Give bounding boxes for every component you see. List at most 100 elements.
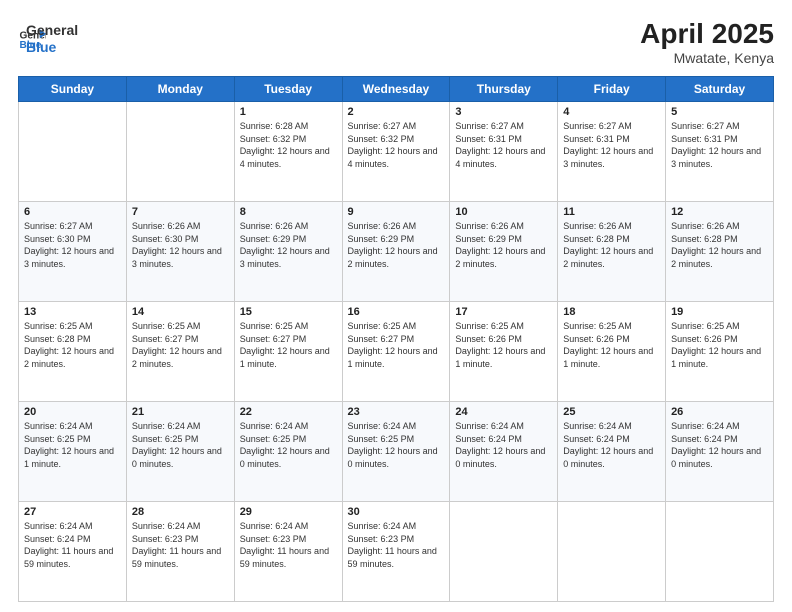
- calendar-cell: 15 Sunrise: 6:25 AMSunset: 6:27 PMDayligh…: [234, 302, 342, 402]
- day-info: Sunrise: 6:24 AMSunset: 6:24 PMDaylight:…: [24, 520, 121, 570]
- day-info: Sunrise: 6:27 AMSunset: 6:31 PMDaylight:…: [563, 120, 660, 170]
- calendar-cell: 30 Sunrise: 6:24 AMSunset: 6:23 PMDayligh…: [342, 502, 450, 602]
- calendar-cell: 12 Sunrise: 6:26 AMSunset: 6:28 PMDayligh…: [666, 202, 774, 302]
- week-row-3: 13 Sunrise: 6:25 AMSunset: 6:28 PMDayligh…: [19, 302, 774, 402]
- day-info: Sunrise: 6:25 AMSunset: 6:26 PMDaylight:…: [455, 320, 552, 370]
- day-number: 30: [348, 506, 445, 518]
- calendar-cell: 11Sunrise: 6:26 AMSunset: 6:28 PMDayligh…: [558, 202, 666, 302]
- day-number: 4: [563, 106, 660, 118]
- calendar-cell: 17 Sunrise: 6:25 AMSunset: 6:26 PMDayligh…: [450, 302, 558, 402]
- day-number: 8: [240, 206, 337, 218]
- day-info: Sunrise: 6:24 AMSunset: 6:24 PMDaylight:…: [671, 420, 768, 470]
- day-number: 25: [563, 406, 660, 418]
- col-header-wednesday: Wednesday: [342, 77, 450, 102]
- header: General Blue General Blue April 2025 Mwa…: [18, 18, 774, 66]
- col-header-monday: Monday: [126, 77, 234, 102]
- day-number: 17: [455, 306, 552, 318]
- calendar-cell: 1 Sunrise: 6:28 AMSunset: 6:32 PMDaylight…: [234, 102, 342, 202]
- day-number: 28: [132, 506, 229, 518]
- day-info: Sunrise: 6:28 AMSunset: 6:32 PMDaylight:…: [240, 120, 337, 170]
- day-number: 16: [348, 306, 445, 318]
- day-number: 15: [240, 306, 337, 318]
- logo: General Blue General Blue: [18, 18, 78, 56]
- day-number: 6: [24, 206, 121, 218]
- day-info: Sunrise: 6:24 AMSunset: 6:25 PMDaylight:…: [348, 420, 445, 470]
- day-info: Sunrise: 6:25 AMSunset: 6:27 PMDaylight:…: [240, 320, 337, 370]
- day-info: Sunrise: 6:26 AMSunset: 6:29 PMDaylight:…: [348, 220, 445, 270]
- col-header-friday: Friday: [558, 77, 666, 102]
- calendar-cell: 28 Sunrise: 6:24 AMSunset: 6:23 PMDayligh…: [126, 502, 234, 602]
- calendar-cell: [558, 502, 666, 602]
- day-info: Sunrise: 6:25 AMSunset: 6:27 PMDaylight:…: [132, 320, 229, 370]
- day-info: Sunrise: 6:25 AMSunset: 6:27 PMDaylight:…: [348, 320, 445, 370]
- day-info: Sunrise: 6:26 AMSunset: 6:29 PMDaylight:…: [455, 220, 552, 270]
- day-number: 27: [24, 506, 121, 518]
- calendar-cell: 22Sunrise: 6:24 AMSunset: 6:25 PMDayligh…: [234, 402, 342, 502]
- day-info: Sunrise: 6:25 AMSunset: 6:26 PMDaylight:…: [671, 320, 768, 370]
- calendar-cell: 24 Sunrise: 6:24 AMSunset: 6:24 PMDayligh…: [450, 402, 558, 502]
- month-year: April 2025: [640, 18, 774, 50]
- day-info: Sunrise: 6:26 AMSunset: 6:28 PMDaylight:…: [671, 220, 768, 270]
- day-number: 12: [671, 206, 768, 218]
- day-info: Sunrise: 6:24 AMSunset: 6:23 PMDaylight:…: [240, 520, 337, 570]
- day-number: 1: [240, 106, 337, 118]
- week-row-4: 20 Sunrise: 6:24 AMSunset: 6:25 PMDayligh…: [19, 402, 774, 502]
- day-number: 7: [132, 206, 229, 218]
- day-info: Sunrise: 6:27 AMSunset: 6:31 PMDaylight:…: [455, 120, 552, 170]
- calendar-cell: 25Sunrise: 6:24 AMSunset: 6:24 PMDayligh…: [558, 402, 666, 502]
- day-number: 20: [24, 406, 121, 418]
- day-info: Sunrise: 6:25 AMSunset: 6:26 PMDaylight:…: [563, 320, 660, 370]
- day-info: Sunrise: 6:27 AMSunset: 6:30 PMDaylight:…: [24, 220, 121, 270]
- day-number: 24: [455, 406, 552, 418]
- calendar-cell: 23 Sunrise: 6:24 AMSunset: 6:25 PMDayligh…: [342, 402, 450, 502]
- col-header-thursday: Thursday: [450, 77, 558, 102]
- day-number: 10: [455, 206, 552, 218]
- day-info: Sunrise: 6:24 AMSunset: 6:23 PMDaylight:…: [132, 520, 229, 570]
- day-number: 26: [671, 406, 768, 418]
- calendar-cell: 16 Sunrise: 6:25 AMSunset: 6:27 PMDayligh…: [342, 302, 450, 402]
- day-number: 5: [671, 106, 768, 118]
- day-number: 13: [24, 306, 121, 318]
- day-number: 3: [455, 106, 552, 118]
- day-info: Sunrise: 6:27 AMSunset: 6:31 PMDaylight:…: [671, 120, 768, 170]
- calendar-cell: [450, 502, 558, 602]
- week-row-5: 27 Sunrise: 6:24 AMSunset: 6:24 PMDayligh…: [19, 502, 774, 602]
- day-info: Sunrise: 6:27 AMSunset: 6:32 PMDaylight:…: [348, 120, 445, 170]
- day-info: Sunrise: 6:24 AMSunset: 6:25 PMDaylight:…: [24, 420, 121, 470]
- day-info: Sunrise: 6:24 AMSunset: 6:25 PMDaylight:…: [240, 420, 337, 470]
- calendar-cell: [126, 102, 234, 202]
- calendar-cell: 2 Sunrise: 6:27 AMSunset: 6:32 PMDaylight…: [342, 102, 450, 202]
- title-block: April 2025 Mwatate, Kenya: [640, 18, 774, 66]
- calendar-cell: 21Sunrise: 6:24 AMSunset: 6:25 PMDayligh…: [126, 402, 234, 502]
- logo-text-general: General: [26, 22, 78, 39]
- calendar-cell: 3 Sunrise: 6:27 AMSunset: 6:31 PMDaylight…: [450, 102, 558, 202]
- day-info: Sunrise: 6:25 AMSunset: 6:28 PMDaylight:…: [24, 320, 121, 370]
- day-info: Sunrise: 6:26 AMSunset: 6:29 PMDaylight:…: [240, 220, 337, 270]
- day-number: 19: [671, 306, 768, 318]
- calendar-cell: 7 Sunrise: 6:26 AMSunset: 6:30 PMDaylight…: [126, 202, 234, 302]
- calendar-cell: 19 Sunrise: 6:25 AMSunset: 6:26 PMDayligh…: [666, 302, 774, 402]
- day-info: Sunrise: 6:24 AMSunset: 6:23 PMDaylight:…: [348, 520, 445, 570]
- day-number: 9: [348, 206, 445, 218]
- day-number: 23: [348, 406, 445, 418]
- calendar-cell: 20 Sunrise: 6:24 AMSunset: 6:25 PMDayligh…: [19, 402, 127, 502]
- calendar-cell: 9 Sunrise: 6:26 AMSunset: 6:29 PMDaylight…: [342, 202, 450, 302]
- calendar-header-row: SundayMondayTuesdayWednesdayThursdayFrid…: [19, 77, 774, 102]
- calendar-cell: 27 Sunrise: 6:24 AMSunset: 6:24 PMDayligh…: [19, 502, 127, 602]
- calendar-cell: [19, 102, 127, 202]
- day-number: 2: [348, 106, 445, 118]
- calendar-cell: 14 Sunrise: 6:25 AMSunset: 6:27 PMDayligh…: [126, 302, 234, 402]
- day-info: Sunrise: 6:24 AMSunset: 6:24 PMDaylight:…: [455, 420, 552, 470]
- calendar-table: SundayMondayTuesdayWednesdayThursdayFrid…: [18, 76, 774, 602]
- day-info: Sunrise: 6:26 AMSunset: 6:30 PMDaylight:…: [132, 220, 229, 270]
- day-number: 14: [132, 306, 229, 318]
- calendar-cell: 26 Sunrise: 6:24 AMSunset: 6:24 PMDayligh…: [666, 402, 774, 502]
- week-row-1: 1 Sunrise: 6:28 AMSunset: 6:32 PMDaylight…: [19, 102, 774, 202]
- day-number: 11: [563, 206, 660, 218]
- calendar-cell: 29Sunrise: 6:24 AMSunset: 6:23 PMDayligh…: [234, 502, 342, 602]
- day-number: 21: [132, 406, 229, 418]
- calendar-cell: 18Sunrise: 6:25 AMSunset: 6:26 PMDayligh…: [558, 302, 666, 402]
- logo-text-blue: Blue: [26, 39, 78, 56]
- location: Mwatate, Kenya: [640, 50, 774, 66]
- col-header-tuesday: Tuesday: [234, 77, 342, 102]
